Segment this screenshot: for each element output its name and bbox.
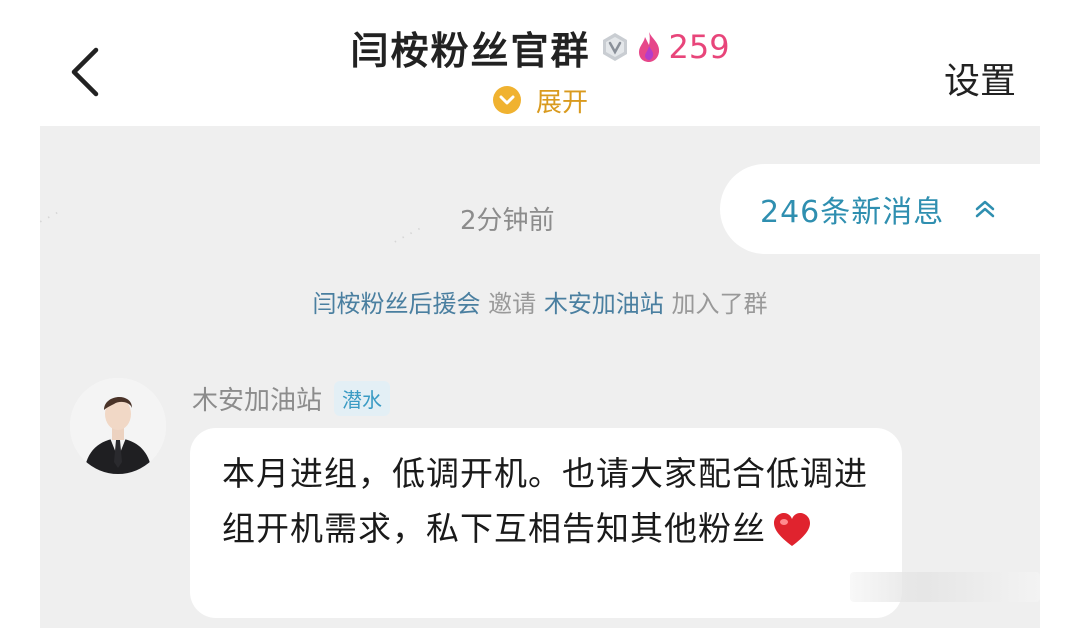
- expand-toggle[interactable]: 展开: [0, 80, 1080, 120]
- message-text-container: 本月进组，低调开机。也请大家配合低调进组开机需求，私下互相告知其他粉丝: [222, 446, 882, 556]
- group-title[interactable]: 闫桉粉丝官群: [350, 20, 590, 75]
- sender-row: 木安加油站 潜水: [192, 378, 391, 418]
- fire-icon: [639, 32, 660, 62]
- hot-count: 259: [668, 28, 730, 66]
- chat-header: 闫桉粉丝官群 259 展开 设置: [0, 0, 1080, 126]
- heart-icon: [774, 513, 810, 546]
- blurred-overlay: [850, 572, 1040, 602]
- new-messages-button[interactable]: 246条新消息: [720, 164, 1040, 254]
- system-notice: 闫桉粉丝后援会 邀请 木安加油站 加入了群: [40, 284, 1040, 319]
- chat-area[interactable]: · · · · · · · 2分钟前 246条新消息 闫桉粉丝后援会 邀请 木安…: [40, 126, 1040, 628]
- inviter-link[interactable]: 闫桉粉丝后援会: [313, 290, 481, 318]
- invite-action: 邀请: [480, 290, 544, 318]
- invitee-link[interactable]: 木安加油站: [544, 290, 664, 318]
- message-bubble[interactable]: 本月进组，低调开机。也请大家配合低调进组开机需求，私下互相告知其他粉丝: [190, 428, 902, 618]
- sender-name[interactable]: 木安加油站: [192, 380, 322, 417]
- avatar-photo: [70, 378, 166, 474]
- role-badge: 潜水: [334, 380, 391, 416]
- settings-button[interactable]: 设置: [944, 52, 1016, 104]
- join-suffix: 加入了群: [663, 290, 768, 318]
- verified-badge-icon: [603, 33, 628, 61]
- avatar[interactable]: [70, 378, 166, 474]
- chevron-down-icon: [492, 86, 521, 114]
- message-timestamp: 2分钟前: [460, 206, 555, 236]
- chevron-up-icon: [976, 200, 995, 218]
- new-messages-label: 246条新消息: [760, 195, 945, 230]
- expand-label: 展开: [535, 87, 588, 118]
- title-row: 闫桉粉丝官群 259: [0, 20, 1080, 75]
